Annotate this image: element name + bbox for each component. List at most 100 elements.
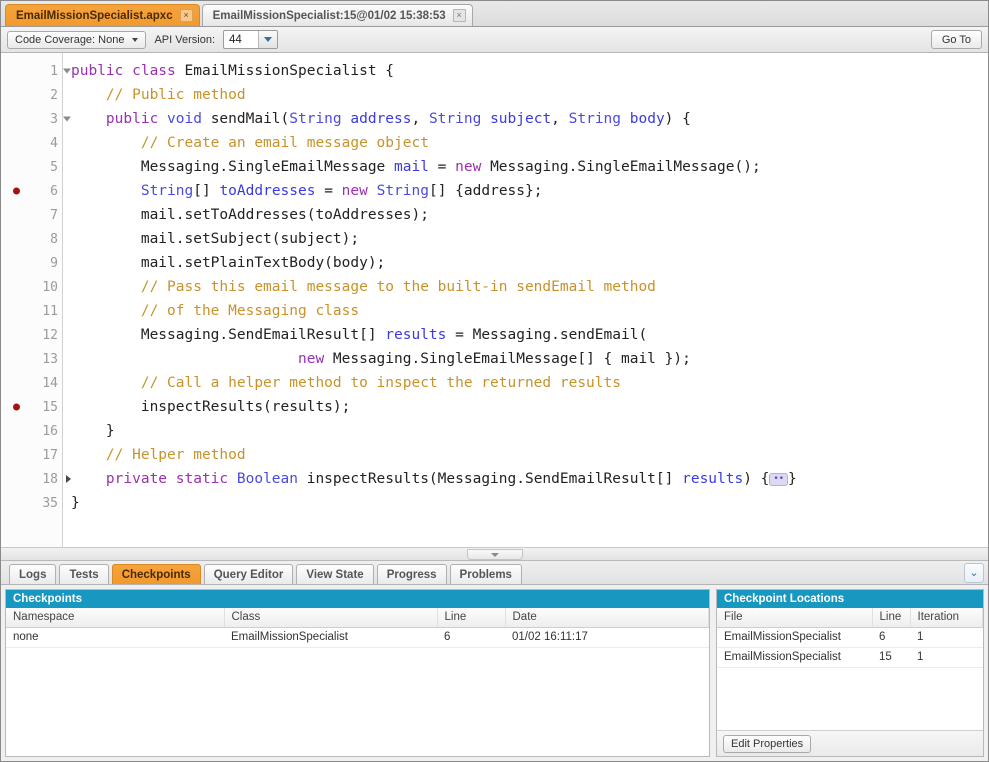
bottom-tab-label: Checkpoints xyxy=(121,568,191,581)
gutter-line[interactable]: 13 xyxy=(1,347,62,371)
code-editor[interactable]: 1 2 3 4 5 6 7 8 9 10 11 12 13 14 15 16 17 18 35 public cla… xyxy=(1,53,988,548)
fold-expanded-icon[interactable] xyxy=(63,68,71,74)
gutter-line[interactable]: 16 xyxy=(1,419,62,443)
gutter-line[interactable]: 35 xyxy=(1,491,62,515)
line-number: 12 xyxy=(42,327,58,343)
bottom-tab-checkpoints[interactable]: Checkpoints xyxy=(111,564,201,584)
line-number: 15 xyxy=(42,399,58,415)
gutter-line[interactable]: 6 xyxy=(1,179,62,203)
column-header[interactable]: Iteration xyxy=(910,608,983,628)
code-content[interactable]: public class EmailMissionSpecialist { //… xyxy=(63,53,988,547)
gutter-line[interactable]: 11 xyxy=(1,299,62,323)
breakpoint-icon[interactable] xyxy=(13,187,20,195)
go-to-button[interactable]: Go To xyxy=(930,30,982,49)
gutter-line[interactable]: 12 xyxy=(1,323,62,347)
code-token: // Create an email message object xyxy=(140,135,429,151)
code-token: results xyxy=(682,471,744,487)
bottom-tab-view-state[interactable]: View State xyxy=(296,564,374,584)
code-token: new xyxy=(455,159,491,175)
code-token: subject xyxy=(490,111,552,127)
line-number: 17 xyxy=(42,447,58,463)
code-line: // of the Messaging class xyxy=(71,299,988,323)
gutter-line[interactable]: 1 xyxy=(1,59,71,83)
column-header[interactable]: Date xyxy=(505,608,709,628)
code-token: public xyxy=(105,111,168,127)
fold-collapsed-icon[interactable] xyxy=(66,475,71,483)
bottom-tab-problems[interactable]: Problems xyxy=(449,564,522,584)
code-token: = xyxy=(324,183,342,199)
checkpoints-grid-wrap[interactable]: Namespace Class Line Date none EmailMissionS… xyxy=(6,608,709,756)
panel-splitter[interactable] xyxy=(1,548,988,561)
gutter-line[interactable]: 15 xyxy=(1,395,62,419)
gutter-line[interactable]: 18 xyxy=(1,467,71,491)
column-header[interactable]: Class xyxy=(224,608,438,628)
bottom-tab-tests[interactable]: Tests xyxy=(59,564,109,584)
column-header[interactable]: Namespace xyxy=(6,608,225,628)
close-icon[interactable]: × xyxy=(179,9,193,22)
code-line: // Pass this email message to the built-… xyxy=(71,275,988,299)
column-header[interactable]: Line xyxy=(872,608,911,628)
table-cell: EmailMissionSpecialist xyxy=(717,627,872,648)
editor-tab[interactable]: EmailMissionSpecialist.apxc × xyxy=(5,4,200,26)
splitter-handle[interactable] xyxy=(466,549,523,560)
bottom-tab-query-editor[interactable]: Query Editor xyxy=(203,564,294,584)
api-version-value: 44 xyxy=(229,33,242,46)
code-line: // Helper method xyxy=(71,443,988,467)
gutter-line[interactable]: 7 xyxy=(1,203,62,227)
checkpoint-locations-grid-wrap[interactable]: File Line Iteration EmailMissionSpecialist… xyxy=(717,608,983,730)
column-header[interactable]: File xyxy=(717,608,873,628)
bottom-tab-progress[interactable]: Progress xyxy=(376,564,447,584)
code-line: } xyxy=(71,491,988,515)
line-number: 7 xyxy=(50,207,58,223)
gutter-line[interactable]: 5 xyxy=(1,155,62,179)
code-token: = xyxy=(437,159,456,175)
code-token: ) { xyxy=(664,111,691,127)
table-row[interactable]: none EmailMissionSpecialist 6 01/02 16:11:1… xyxy=(6,627,709,648)
bottom-tab-label: Tests xyxy=(69,568,99,581)
editor-tab[interactable]: EmailMissionSpecialist:15@01/02 15:38:53… xyxy=(201,4,473,26)
code-token: } xyxy=(71,495,80,511)
line-number: 10 xyxy=(42,279,58,295)
code-coverage-dropdown[interactable]: Code Coverage: None xyxy=(7,30,147,49)
code-token: // Pass this email message to the built-… xyxy=(140,279,656,295)
line-number-gutter[interactable]: 1 2 3 4 5 6 7 8 9 10 11 12 13 14 15 16 17 18 35 xyxy=(1,53,71,547)
expand-panel-button[interactable]: ⌄ xyxy=(964,563,984,583)
code-token: String xyxy=(428,111,491,127)
chevron-down-icon xyxy=(258,31,278,48)
gutter-line[interactable]: 14 xyxy=(1,371,62,395)
column-header[interactable]: Line xyxy=(437,608,506,628)
code-token: , xyxy=(411,111,429,127)
table-cell: EmailMissionSpecialist xyxy=(717,647,872,668)
table-row[interactable]: EmailMissionSpecialist 6 1 xyxy=(717,627,983,648)
code-token: String xyxy=(289,111,351,127)
code-line: mail.setToAddresses(toAddresses); xyxy=(71,203,988,227)
gutter-line[interactable]: 8 xyxy=(1,227,62,251)
gutter-line[interactable]: 3 xyxy=(1,107,71,131)
line-number: 13 xyxy=(42,351,58,367)
developer-console-window: EmailMissionSpecialist.apxc × EmailMission… xyxy=(0,0,989,762)
table-cell: 1 xyxy=(910,627,983,648)
gutter-line[interactable]: 17 xyxy=(1,443,62,467)
edit-properties-button[interactable]: Edit Properties xyxy=(723,734,812,753)
gutter-line[interactable]: 9 xyxy=(1,251,62,275)
fold-expanded-icon[interactable] xyxy=(63,116,71,122)
breakpoint-icon[interactable] xyxy=(13,403,20,411)
line-number: 11 xyxy=(42,303,58,319)
editor-tab-bar: EmailMissionSpecialist.apxc × EmailMission… xyxy=(1,1,988,27)
code-token: } xyxy=(105,423,115,439)
chevron-down-icon xyxy=(132,37,139,42)
bottom-tab-logs[interactable]: Logs xyxy=(9,564,57,584)
table-row[interactable]: EmailMissionSpecialist 15 1 xyxy=(717,647,983,668)
collapsed-block-icon[interactable]: •• xyxy=(769,473,789,486)
gutter-line[interactable]: 2 xyxy=(1,83,62,107)
gutter-line[interactable]: 10 xyxy=(1,275,62,299)
api-version-select[interactable]: 44 xyxy=(223,30,279,49)
code-line: Messaging.SingleEmailMessage mail = new … xyxy=(71,155,988,179)
code-token: mail xyxy=(394,159,438,175)
code-token: Messaging.SingleEmailMessage(); xyxy=(490,159,761,175)
close-icon[interactable]: × xyxy=(452,9,466,22)
gutter-line[interactable]: 4 xyxy=(1,131,62,155)
